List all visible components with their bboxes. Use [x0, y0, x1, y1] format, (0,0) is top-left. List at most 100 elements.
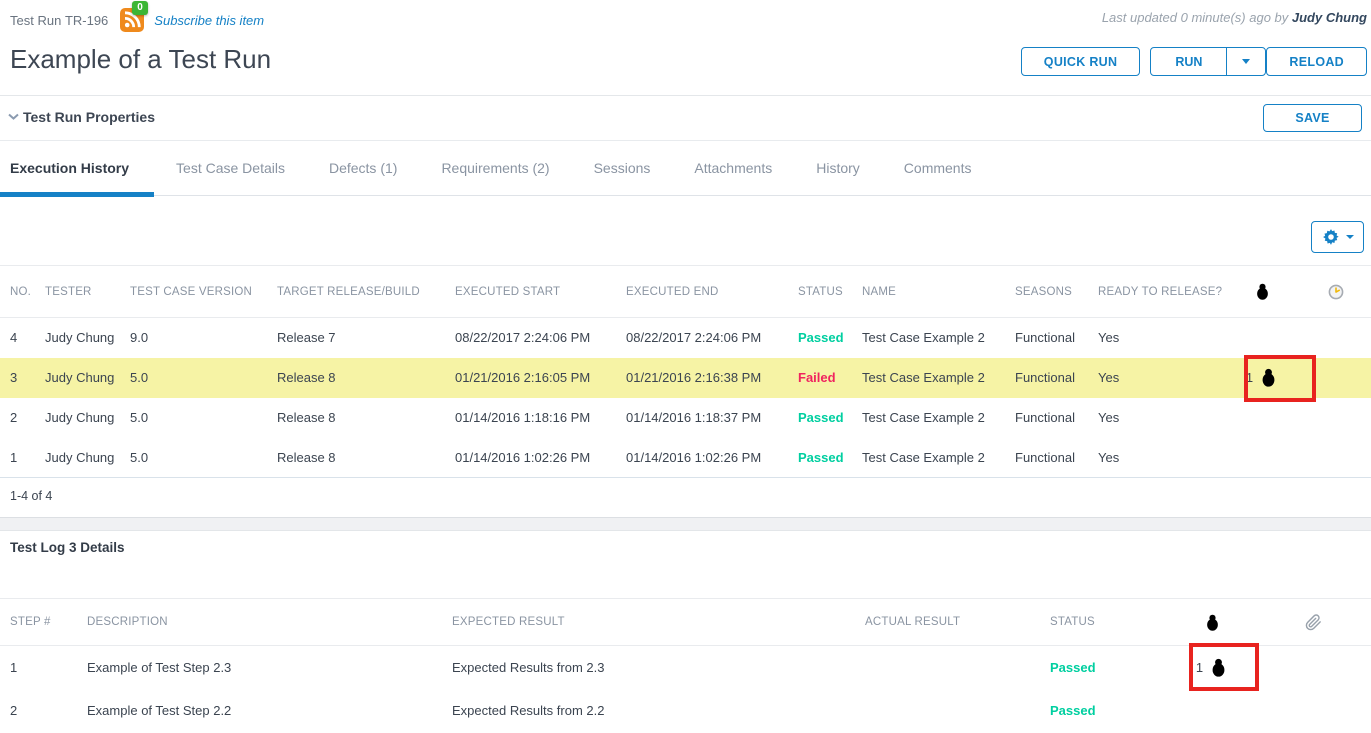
defect-count: 1 — [1246, 370, 1253, 385]
cell-ready: Yes — [1098, 398, 1225, 438]
page-header: Test Run TR-196 0 Subscribe this item La… — [0, 0, 1371, 96]
cell-no: 1 — [0, 438, 45, 478]
last-updated-prefix: Last updated 0 minute(s) ago by — [1102, 10, 1288, 25]
col-description[interactable]: DESCRIPTION — [87, 599, 452, 646]
cell-attachments — [1255, 646, 1371, 689]
properties-collapse-toggle[interactable]: Test Run Properties — [8, 109, 155, 125]
bug-icon — [1253, 282, 1272, 301]
col-seasons[interactable]: SEASONS — [1015, 266, 1098, 318]
cell-no: 3 — [0, 358, 45, 398]
tab-requirements[interactable]: Requirements (2) — [419, 141, 571, 196]
tab-execution-history[interactable]: Execution History — [0, 141, 154, 196]
run-button[interactable]: RUN — [1151, 48, 1226, 75]
cell-defects — [1225, 438, 1300, 478]
test-run-page: Test Run TR-196 0 Subscribe this item La… — [0, 0, 1371, 733]
cell-name: Test Case Example 2 — [862, 318, 1015, 358]
reload-button[interactable]: RELOAD — [1266, 47, 1367, 76]
table-row[interactable]: 1 Judy Chung 5.0 Release 8 01/14/2016 1:… — [0, 438, 1371, 478]
cell-duration — [1300, 318, 1371, 358]
col-executed-start[interactable]: EXECUTED START — [455, 266, 626, 318]
cell-start: 01/14/2016 1:02:26 PM — [455, 438, 626, 478]
section-divider — [0, 517, 1371, 531]
cell-end: 08/22/2017 2:24:06 PM — [626, 318, 798, 358]
table-row-selected[interactable]: 3 Judy Chung 5.0 Release 8 01/21/2016 2:… — [0, 358, 1371, 398]
col-actual-result[interactable]: ACTUAL RESULT — [865, 599, 1050, 646]
cell-tester: Judy Chung — [45, 438, 130, 478]
col-ready-to-release[interactable]: READY TO RELEASE? — [1098, 266, 1225, 318]
last-updated-user[interactable]: Judy Chung — [1292, 10, 1367, 25]
cell-defects[interactable]: 1 — [1170, 646, 1255, 689]
tab-sessions[interactable]: Sessions — [572, 141, 673, 196]
table-row[interactable]: 1 Example of Test Step 2.3 Expected Resu… — [0, 646, 1371, 689]
defect-count: 1 — [1196, 660, 1203, 675]
cell-target: Release 8 — [277, 438, 455, 478]
cell-target: Release 7 — [277, 318, 455, 358]
bug-icon[interactable] — [1258, 367, 1279, 388]
run-menu-button[interactable] — [1226, 48, 1265, 75]
status-badge: Passed — [1050, 646, 1170, 689]
cell-tester: Judy Chung — [45, 398, 130, 438]
cell-end: 01/14/2016 1:18:37 PM — [626, 398, 798, 438]
cell-seasons: Functional — [1015, 438, 1098, 478]
col-status[interactable]: STATUS — [1050, 599, 1170, 646]
cell-tester: Judy Chung — [45, 358, 130, 398]
cell-seasons: Functional — [1015, 398, 1098, 438]
run-split-button: RUN — [1150, 47, 1266, 76]
col-no[interactable]: NO. — [0, 266, 45, 318]
cell-actual — [865, 689, 1050, 732]
col-attachments[interactable] — [1255, 599, 1371, 646]
col-defects[interactable] — [1225, 266, 1300, 318]
cell-defects — [1225, 398, 1300, 438]
tab-bar: Execution History Test Case Details Defe… — [0, 141, 1371, 196]
caret-down-icon — [1346, 235, 1354, 239]
execution-history-table: NO. TESTER TEST CASE VERSION TARGET RELE… — [0, 265, 1371, 478]
chevron-down-icon — [8, 113, 19, 121]
test-log-details-title: Test Log 3 Details — [10, 540, 125, 555]
cell-no: 2 — [0, 398, 45, 438]
tab-defects[interactable]: Defects (1) — [307, 141, 419, 196]
cell-defects[interactable]: 1 — [1225, 358, 1300, 398]
rss-count-badge: 0 — [132, 1, 148, 15]
tab-attachments[interactable]: Attachments — [672, 141, 794, 196]
cell-defects — [1170, 689, 1255, 732]
cell-attachments — [1255, 689, 1371, 732]
bug-icon — [1203, 613, 1222, 632]
col-target-release-build[interactable]: TARGET RELEASE/BUILD — [277, 266, 455, 318]
cell-version: 5.0 — [130, 438, 277, 478]
col-expected-result[interactable]: EXPECTED RESULT — [452, 599, 865, 646]
cell-start: 01/14/2016 1:18:16 PM — [455, 398, 626, 438]
test-log-steps-table: STEP # DESCRIPTION EXPECTED RESULT ACTUA… — [0, 598, 1371, 732]
col-duration[interactable] — [1300, 266, 1371, 318]
cell-tester: Judy Chung — [45, 318, 130, 358]
cell-ready: Yes — [1098, 358, 1225, 398]
cell-end: 01/21/2016 2:16:38 PM — [626, 358, 798, 398]
col-defects[interactable] — [1170, 599, 1255, 646]
cell-version: 5.0 — [130, 358, 277, 398]
status-badge: Passed — [798, 318, 862, 358]
cell-expected: Expected Results from 2.3 — [452, 646, 865, 689]
tab-history[interactable]: History — [794, 141, 882, 196]
cell-start: 08/22/2017 2:24:06 PM — [455, 318, 626, 358]
col-tester[interactable]: TESTER — [45, 266, 130, 318]
grid-settings-button[interactable] — [1311, 221, 1364, 253]
tab-comments[interactable]: Comments — [882, 141, 994, 196]
cell-start: 01/21/2016 2:16:05 PM — [455, 358, 626, 398]
status-badge: Failed — [798, 358, 862, 398]
col-step-number[interactable]: STEP # — [0, 599, 87, 646]
rss-subscribe-icon[interactable]: 0 — [120, 8, 144, 32]
col-status[interactable]: STATUS — [798, 266, 862, 318]
col-test-case-version[interactable]: TEST CASE VERSION — [130, 266, 277, 318]
save-button[interactable]: SAVE — [1263, 104, 1362, 132]
quick-run-button[interactable]: QUICK RUN — [1021, 47, 1141, 76]
col-name[interactable]: NAME — [862, 266, 1015, 318]
bug-icon[interactable] — [1208, 657, 1229, 678]
table-row[interactable]: 2 Example of Test Step 2.2 Expected Resu… — [0, 689, 1371, 732]
properties-bar: Test Run Properties SAVE — [0, 96, 1371, 141]
col-executed-end[interactable]: EXECUTED END — [626, 266, 798, 318]
table-row[interactable]: 2 Judy Chung 5.0 Release 8 01/14/2016 1:… — [0, 398, 1371, 438]
table-row[interactable]: 4 Judy Chung 9.0 Release 7 08/22/2017 2:… — [0, 318, 1371, 358]
cell-defects — [1225, 318, 1300, 358]
cell-actual — [865, 646, 1050, 689]
subscribe-link[interactable]: Subscribe this item — [154, 13, 264, 28]
tab-test-case-details[interactable]: Test Case Details — [154, 141, 307, 196]
